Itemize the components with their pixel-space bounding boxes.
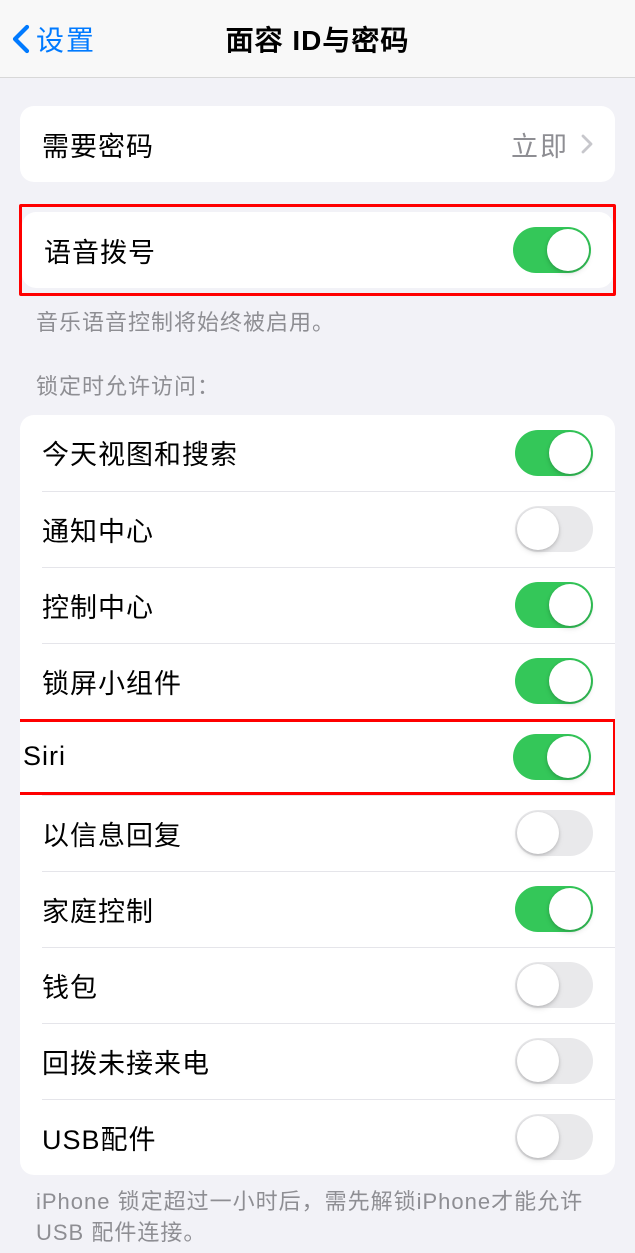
locked-row-0: 今天视图和搜索	[42, 415, 615, 491]
locked-row-label: 控制中心	[42, 586, 154, 625]
voice-dial-highlight: 语音拨号	[19, 204, 616, 296]
locked-row-label: 今天视图和搜索	[42, 433, 238, 472]
locked-row-2: 控制中心	[42, 567, 615, 643]
locked-row-8: 回拨未接来电	[42, 1023, 615, 1099]
locked-row-toggle[interactable]	[515, 1114, 593, 1160]
locked-row-label: 通知中心	[42, 510, 154, 549]
chevron-left-icon	[12, 24, 30, 54]
locked-row-toggle[interactable]	[515, 810, 593, 856]
chevron-right-icon	[581, 133, 593, 155]
locked-access-footer: iPhone 锁定超过一小时后，需先解锁iPhone才能允许 USB 配件连接。	[0, 1175, 635, 1249]
page-title: 面容 ID与密码	[226, 19, 410, 59]
locked-row-toggle[interactable]	[515, 1038, 593, 1084]
locked-row-7: 钱包	[42, 947, 615, 1023]
locked-row-toggle[interactable]	[515, 886, 593, 932]
locked-row-label: 钱包	[42, 966, 98, 1005]
locked-access-header: 锁定时允许访问：	[0, 339, 635, 411]
locked-row-toggle[interactable]	[515, 430, 593, 476]
locked-row-1: 通知中心	[42, 491, 615, 567]
locked-row-5: 以信息回复	[42, 795, 615, 871]
locked-row-3: 锁屏小组件	[42, 643, 615, 719]
locked-row-label: 锁屏小组件	[42, 662, 182, 701]
locked-row-toggle[interactable]	[515, 506, 593, 552]
voice-dial-toggle[interactable]	[513, 227, 591, 273]
locked-row-toggle[interactable]	[513, 734, 591, 780]
voice-dial-label: 语音拨号	[44, 231, 156, 270]
navbar: 设置 面容 ID与密码	[0, 0, 635, 78]
locked-row-9: USB配件	[42, 1099, 615, 1175]
locked-row-label: 以信息回复	[42, 814, 182, 853]
require-passcode-value: 立即	[511, 125, 569, 164]
require-passcode-label: 需要密码	[42, 125, 154, 164]
locked-row-toggle[interactable]	[515, 582, 593, 628]
require-passcode-group: 需要密码 立即	[20, 106, 615, 182]
locked-row-4: Siri	[20, 719, 615, 795]
require-passcode-row[interactable]: 需要密码 立即	[20, 106, 615, 182]
voice-dial-footer: 音乐语音控制将始终被启用。	[0, 296, 635, 339]
locked-row-label: USB配件	[42, 1118, 157, 1157]
locked-row-label: 回拨未接来电	[42, 1042, 210, 1081]
locked-row-toggle[interactable]	[515, 962, 593, 1008]
locked-row-label: Siri	[23, 741, 66, 772]
back-button[interactable]: 设置	[0, 19, 96, 59]
voice-dial-group: 语音拨号	[22, 212, 613, 288]
locked-row-6: 家庭控制	[42, 871, 615, 947]
locked-row-label: 家庭控制	[42, 890, 154, 929]
back-label: 设置	[36, 19, 96, 59]
voice-dial-row: 语音拨号	[22, 212, 613, 288]
locked-access-group: 今天视图和搜索通知中心控制中心锁屏小组件 Siri 以信息回复家庭控制钱包回拨未接来…	[20, 415, 615, 1175]
locked-row-toggle[interactable]	[515, 658, 593, 704]
